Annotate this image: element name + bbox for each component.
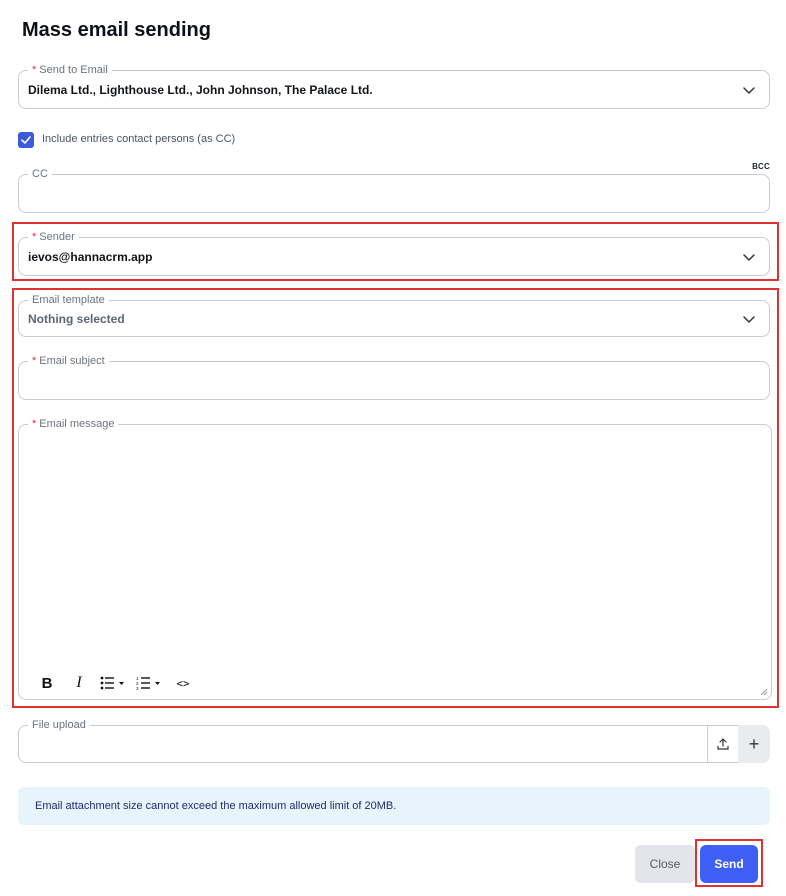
bcc-toggle[interactable]: BCC — [752, 162, 770, 171]
chevron-down-icon[interactable] — [742, 250, 756, 264]
bold-button[interactable]: B — [31, 673, 63, 693]
send-to-email-select[interactable]: * Send to Email Dilema Ltd., Lighthouse L… — [18, 63, 770, 109]
email-message-label: * Email message — [28, 417, 119, 431]
cc-field[interactable]: CC — [18, 167, 770, 213]
chevron-down-icon[interactable] — [742, 83, 756, 97]
required-mark: * — [32, 64, 37, 76]
upload-icon[interactable] — [707, 726, 737, 762]
sender-select[interactable]: * Sender ievos@hannacrm.app — [18, 230, 770, 276]
email-template-select[interactable]: Email template Nothing selected — [18, 293, 770, 337]
required-mark: * — [32, 355, 37, 367]
checkmark-icon — [21, 136, 31, 144]
email-message-editor[interactable]: * Email message B I 1 2 3 <> — [18, 417, 772, 700]
email-subject-label: * Email subject — [28, 354, 109, 368]
include-contacts-checkbox[interactable] — [18, 132, 34, 148]
required-mark: * — [32, 231, 37, 243]
editor-toolbar: B I 1 2 3 <> — [31, 673, 199, 693]
attachment-limit-notice: Email attachment size cannot exceed the … — [18, 787, 770, 825]
send-to-email-value: Dilema Ltd., Lighthouse Ltd., John Johns… — [28, 82, 373, 97]
file-upload-field[interactable]: File upload + — [18, 718, 770, 763]
resize-handle-icon[interactable] — [759, 687, 768, 696]
include-contacts-label: Include entries contact persons (as CC) — [42, 133, 236, 145]
svg-text:3: 3 — [136, 686, 139, 690]
sender-label: * Sender — [28, 230, 79, 244]
dialog-title: Mass email sending — [22, 19, 211, 41]
bullet-list-icon[interactable] — [95, 673, 131, 693]
send-to-email-label: * Send to Email — [28, 63, 112, 77]
close-button[interactable]: Close — [635, 845, 695, 883]
sender-value: ievos@hannacrm.app — [28, 249, 153, 264]
required-mark: * — [32, 418, 37, 430]
chevron-down-icon[interactable] — [742, 312, 756, 326]
send-button[interactable]: Send — [700, 845, 758, 883]
file-upload-label: File upload — [28, 718, 90, 732]
email-template-value: Nothing selected — [28, 311, 125, 326]
email-subject-input[interactable]: * Email subject — [18, 354, 770, 400]
numbered-list-icon[interactable]: 1 2 3 — [131, 673, 167, 693]
add-file-button[interactable]: + — [738, 725, 770, 763]
italic-button[interactable]: I — [63, 673, 95, 693]
cc-label: CC — [28, 167, 52, 181]
code-view-button[interactable]: <> — [167, 673, 199, 693]
email-template-label: Email template — [28, 293, 109, 307]
